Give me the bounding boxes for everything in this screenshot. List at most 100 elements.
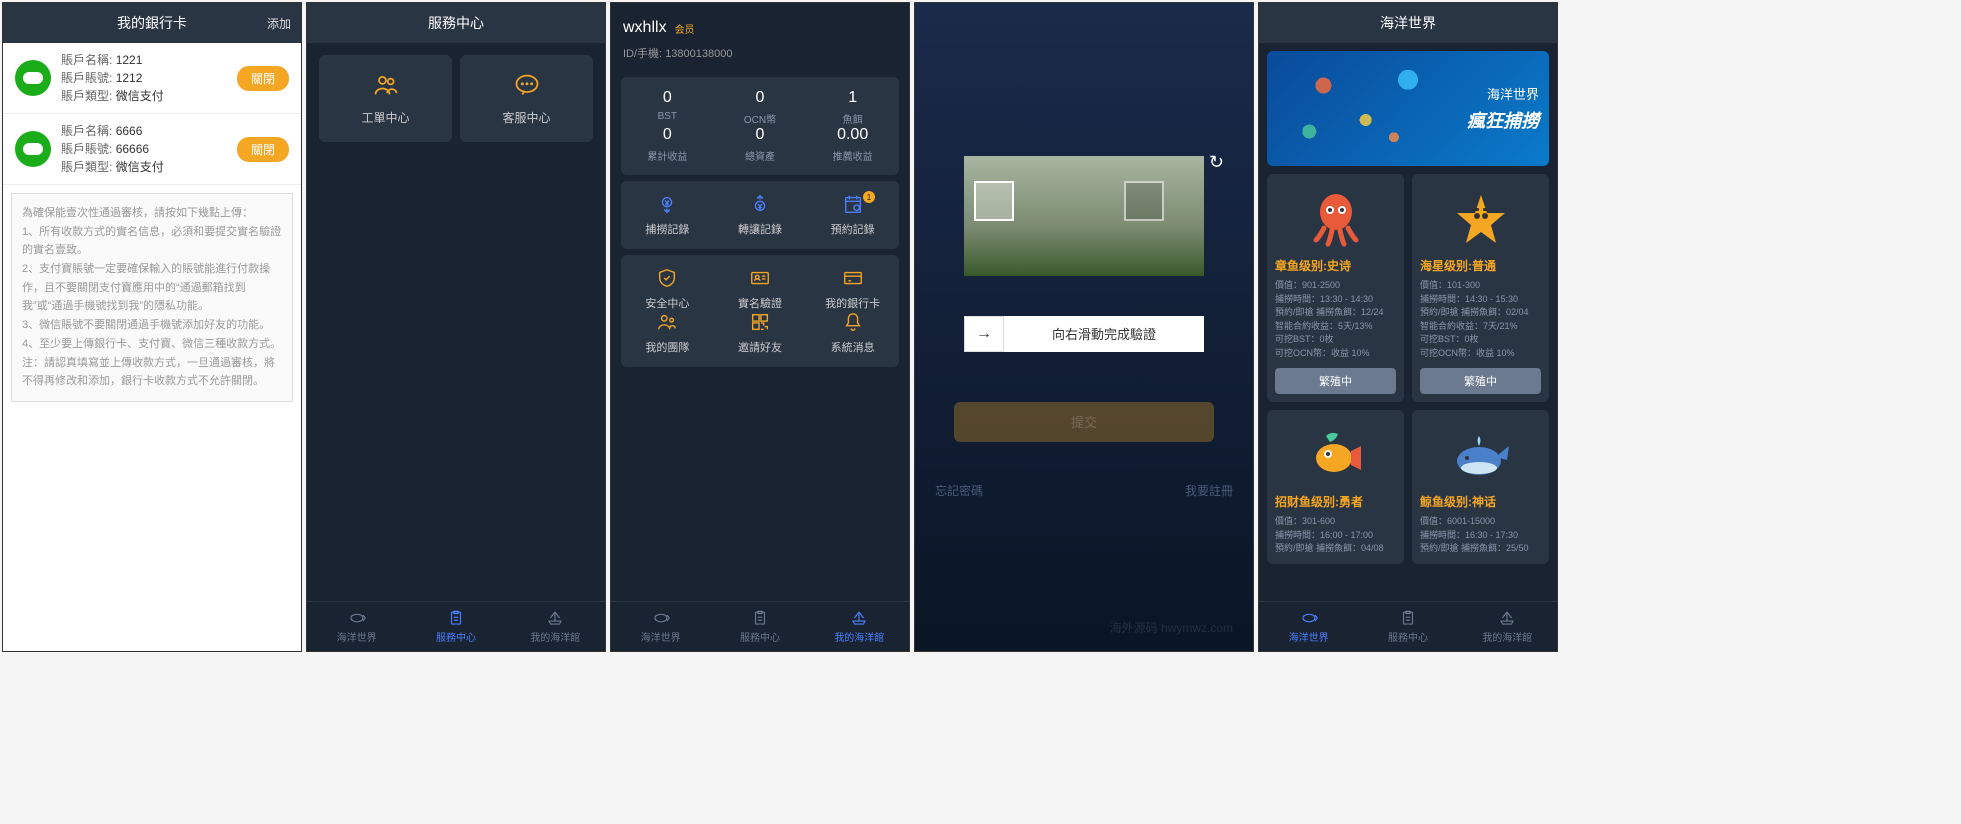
content: 工單中心 客服中心 bbox=[307, 43, 605, 601]
puzzle-slot-icon bbox=[1124, 181, 1164, 221]
nav-ocean[interactable]: 海洋世界 bbox=[1259, 602, 1358, 651]
qr-icon bbox=[749, 311, 771, 333]
breed-button[interactable]: 繁殖中 bbox=[1420, 368, 1541, 394]
shield-icon bbox=[656, 267, 678, 289]
fish-image bbox=[1275, 182, 1396, 257]
customer-service-card[interactable]: 客服中心 bbox=[460, 55, 593, 142]
slider-handle[interactable]: → bbox=[964, 316, 1004, 352]
captcha-box: ↻ bbox=[964, 156, 1204, 276]
nav-mytank[interactable]: 我的海洋館 bbox=[810, 602, 909, 651]
bottom-nav: 海洋世界 服務中心 我的海洋館 bbox=[1259, 601, 1557, 651]
content: 海洋世界 瘋狂捕撈 章鱼级别:史诗 價值：901-2500 捕撈時間：13:30… bbox=[1259, 43, 1557, 601]
fish-card-octopus[interactable]: 章鱼级别:史诗 價值：901-2500 捕撈時間：13:30 - 14:30 預… bbox=[1267, 174, 1404, 402]
notice-box: 為確保能壹次性通過審核，請按如下幾點上傳： 1、所有收款方式的實名信息，必須和要… bbox=[11, 193, 293, 402]
nav-service[interactable]: 服務中心 bbox=[1358, 602, 1457, 651]
fish-name: 章鱼 bbox=[1275, 259, 1299, 273]
close-button[interactable]: 關閉 bbox=[237, 137, 289, 162]
phone-service-center: 服務中心 工單中心 客服中心 海洋世界 服務中心 我的海洋館 bbox=[306, 2, 606, 652]
card-icon bbox=[842, 267, 864, 289]
header: 海洋世界 bbox=[1259, 3, 1557, 43]
header: 服務中心 bbox=[307, 3, 605, 43]
download-yen-icon bbox=[656, 193, 678, 215]
fish-card-whale[interactable]: 鲸鱼级别:神话 價值：6001-15000 捕撈時間：16:30 - 17:30… bbox=[1412, 410, 1549, 564]
service-grid: 工單中心 客服中心 bbox=[307, 43, 605, 154]
stat-referral: 0.00推薦收益 bbox=[806, 126, 899, 163]
watermark: 海外源码 hwymwz.com bbox=[1110, 619, 1233, 636]
action-invite[interactable]: 邀請好友 bbox=[714, 311, 807, 355]
nav-service[interactable]: 服務中心 bbox=[406, 602, 505, 651]
fish-card-starfish[interactable]: 海星级别:普通 價值：101-300 捕撈時間：14:30 - 15:30 預約… bbox=[1412, 174, 1549, 402]
action-team[interactable]: 我的團隊 bbox=[621, 311, 714, 355]
fish-image bbox=[1420, 418, 1541, 493]
close-button[interactable]: 關閉 bbox=[237, 66, 289, 91]
username: wxhllx bbox=[623, 19, 667, 37]
ticket-center-card[interactable]: 工單中心 bbox=[319, 55, 452, 142]
service-label: 工單中心 bbox=[361, 109, 409, 126]
action-transfer-record[interactable]: 轉讓記錄 bbox=[714, 193, 807, 237]
bottom-nav: 海洋世界 服務中心 我的海洋館 bbox=[611, 601, 909, 651]
action-catch-record[interactable]: 捕撈記錄 bbox=[621, 193, 714, 237]
wechat-icon bbox=[15, 131, 51, 167]
fish-card-goldfish[interactable]: 招财鱼级别:勇者 價值：301-600 捕撈時間：16:00 - 17:00 預… bbox=[1267, 410, 1404, 564]
service-label: 客服中心 bbox=[502, 109, 550, 126]
fish-icon bbox=[651, 609, 671, 627]
fish-name: 鲸鱼 bbox=[1420, 495, 1444, 509]
banner-title: 瘋狂捕撈 bbox=[1467, 107, 1539, 133]
fish-stats: 價值：301-600 捕撈時間：16:00 - 17:00 預約/即搶 捕撈魚餌… bbox=[1275, 515, 1396, 556]
clipboard-icon bbox=[1398, 609, 1418, 627]
action-security[interactable]: 安全中心 bbox=[621, 267, 714, 311]
fish-grid: 章鱼级别:史诗 價值：901-2500 捕撈時間：13:30 - 14:30 預… bbox=[1259, 174, 1557, 564]
stat-ocn: 0OCN幣 bbox=[714, 89, 807, 126]
puzzle-piece-icon[interactable] bbox=[974, 181, 1014, 221]
header: 我的銀行卡 添加 bbox=[3, 3, 301, 43]
content: 賬戶名稱: 1221 賬戶賬號: 1212 賬戶類型: 微信支付 關閉 賬戶名稱… bbox=[3, 43, 301, 651]
action-bank-card[interactable]: 我的銀行卡 bbox=[806, 267, 899, 311]
banner-subtitle: 海洋世界 bbox=[1487, 84, 1539, 103]
fish-image bbox=[1420, 182, 1541, 257]
phone-profile: wxhllx 会员 ID/手機: 13800138000 0BST 0OCN幣 … bbox=[610, 2, 910, 652]
add-link[interactable]: 添加 bbox=[267, 15, 291, 32]
nav-mytank[interactable]: 我的海洋館 bbox=[506, 602, 605, 651]
stat-cumulative: 0累計收益 bbox=[621, 126, 714, 163]
upload-yen-icon bbox=[749, 193, 771, 215]
header-title: 服務中心 bbox=[428, 13, 484, 33]
phone-login-captcha: ↻ → 向右滑動完成驗證 提交 忘記密碼 我要註冊 海外源码 hwymwz.co… bbox=[914, 2, 1254, 652]
whale-icon bbox=[1451, 426, 1511, 486]
calendar-icon bbox=[842, 193, 864, 215]
stat-total: 0總資產 bbox=[714, 126, 807, 163]
nav-ocean[interactable]: 海洋世界 bbox=[611, 602, 710, 651]
nav-service[interactable]: 服務中心 bbox=[710, 602, 809, 651]
forgot-password-link[interactable]: 忘記密碼 bbox=[935, 482, 983, 499]
member-tag: 会员 bbox=[675, 21, 695, 36]
login-links: 忘記密碼 我要註冊 bbox=[935, 482, 1233, 499]
action-verify[interactable]: 實名驗證 bbox=[714, 267, 807, 311]
action-grid-records: 捕撈記錄 轉讓記錄 1預約記錄 bbox=[621, 181, 899, 249]
bank-card-row: 賬戶名稱: 6666 賬戶賬號: 66666 賬戶類型: 微信支付 關閉 bbox=[3, 114, 301, 185]
badge: 1 bbox=[863, 191, 875, 203]
action-reserve-record[interactable]: 1預約記錄 bbox=[806, 193, 899, 237]
people-icon bbox=[372, 71, 400, 99]
nav-mytank[interactable]: 我的海洋館 bbox=[1458, 602, 1557, 651]
boat-icon bbox=[849, 609, 869, 627]
profile-id: ID/手機: 13800138000 bbox=[611, 45, 909, 71]
login-area: ↻ → 向右滑動完成驗證 提交 忘記密碼 我要註冊 海外源码 hwymwz.co… bbox=[915, 3, 1253, 651]
octopus-icon bbox=[1306, 190, 1366, 250]
boat-icon bbox=[1497, 609, 1517, 627]
action-messages[interactable]: 系統消息 bbox=[806, 311, 899, 355]
refresh-icon[interactable]: ↻ bbox=[1209, 152, 1224, 173]
banner[interactable]: 海洋世界 瘋狂捕撈 bbox=[1267, 51, 1549, 166]
register-link[interactable]: 我要註冊 bbox=[1185, 482, 1233, 499]
fish-stats: 價值：101-300 捕撈時間：14:30 - 15:30 預約/即搶 捕撈魚餌… bbox=[1420, 279, 1541, 360]
boat-icon bbox=[545, 609, 565, 627]
card-info: 賬戶名稱: 6666 賬戶賬號: 66666 賬戶類型: 微信支付 bbox=[61, 122, 227, 176]
content: 0BST 0OCN幣 1魚餌 0累計收益 0總資產 0.00推薦收益 捕撈記錄 … bbox=[611, 71, 909, 601]
breed-button[interactable]: 繁殖中 bbox=[1275, 368, 1396, 394]
clipboard-icon bbox=[750, 609, 770, 627]
fish-stats: 價值：6001-15000 捕撈時間：16:30 - 17:30 預約/即搶 捕… bbox=[1420, 515, 1541, 556]
card-info: 賬戶名稱: 1221 賬戶賬號: 1212 賬戶類型: 微信支付 bbox=[61, 51, 227, 105]
phone-ocean-world: 海洋世界 海洋世界 瘋狂捕撈 章鱼级别:史诗 價值：901-2500 捕撈時間：… bbox=[1258, 2, 1558, 652]
stat-bait: 1魚餌 bbox=[806, 89, 899, 126]
submit-button[interactable]: 提交 bbox=[954, 402, 1214, 442]
wechat-icon bbox=[15, 60, 51, 96]
nav-ocean[interactable]: 海洋世界 bbox=[307, 602, 406, 651]
